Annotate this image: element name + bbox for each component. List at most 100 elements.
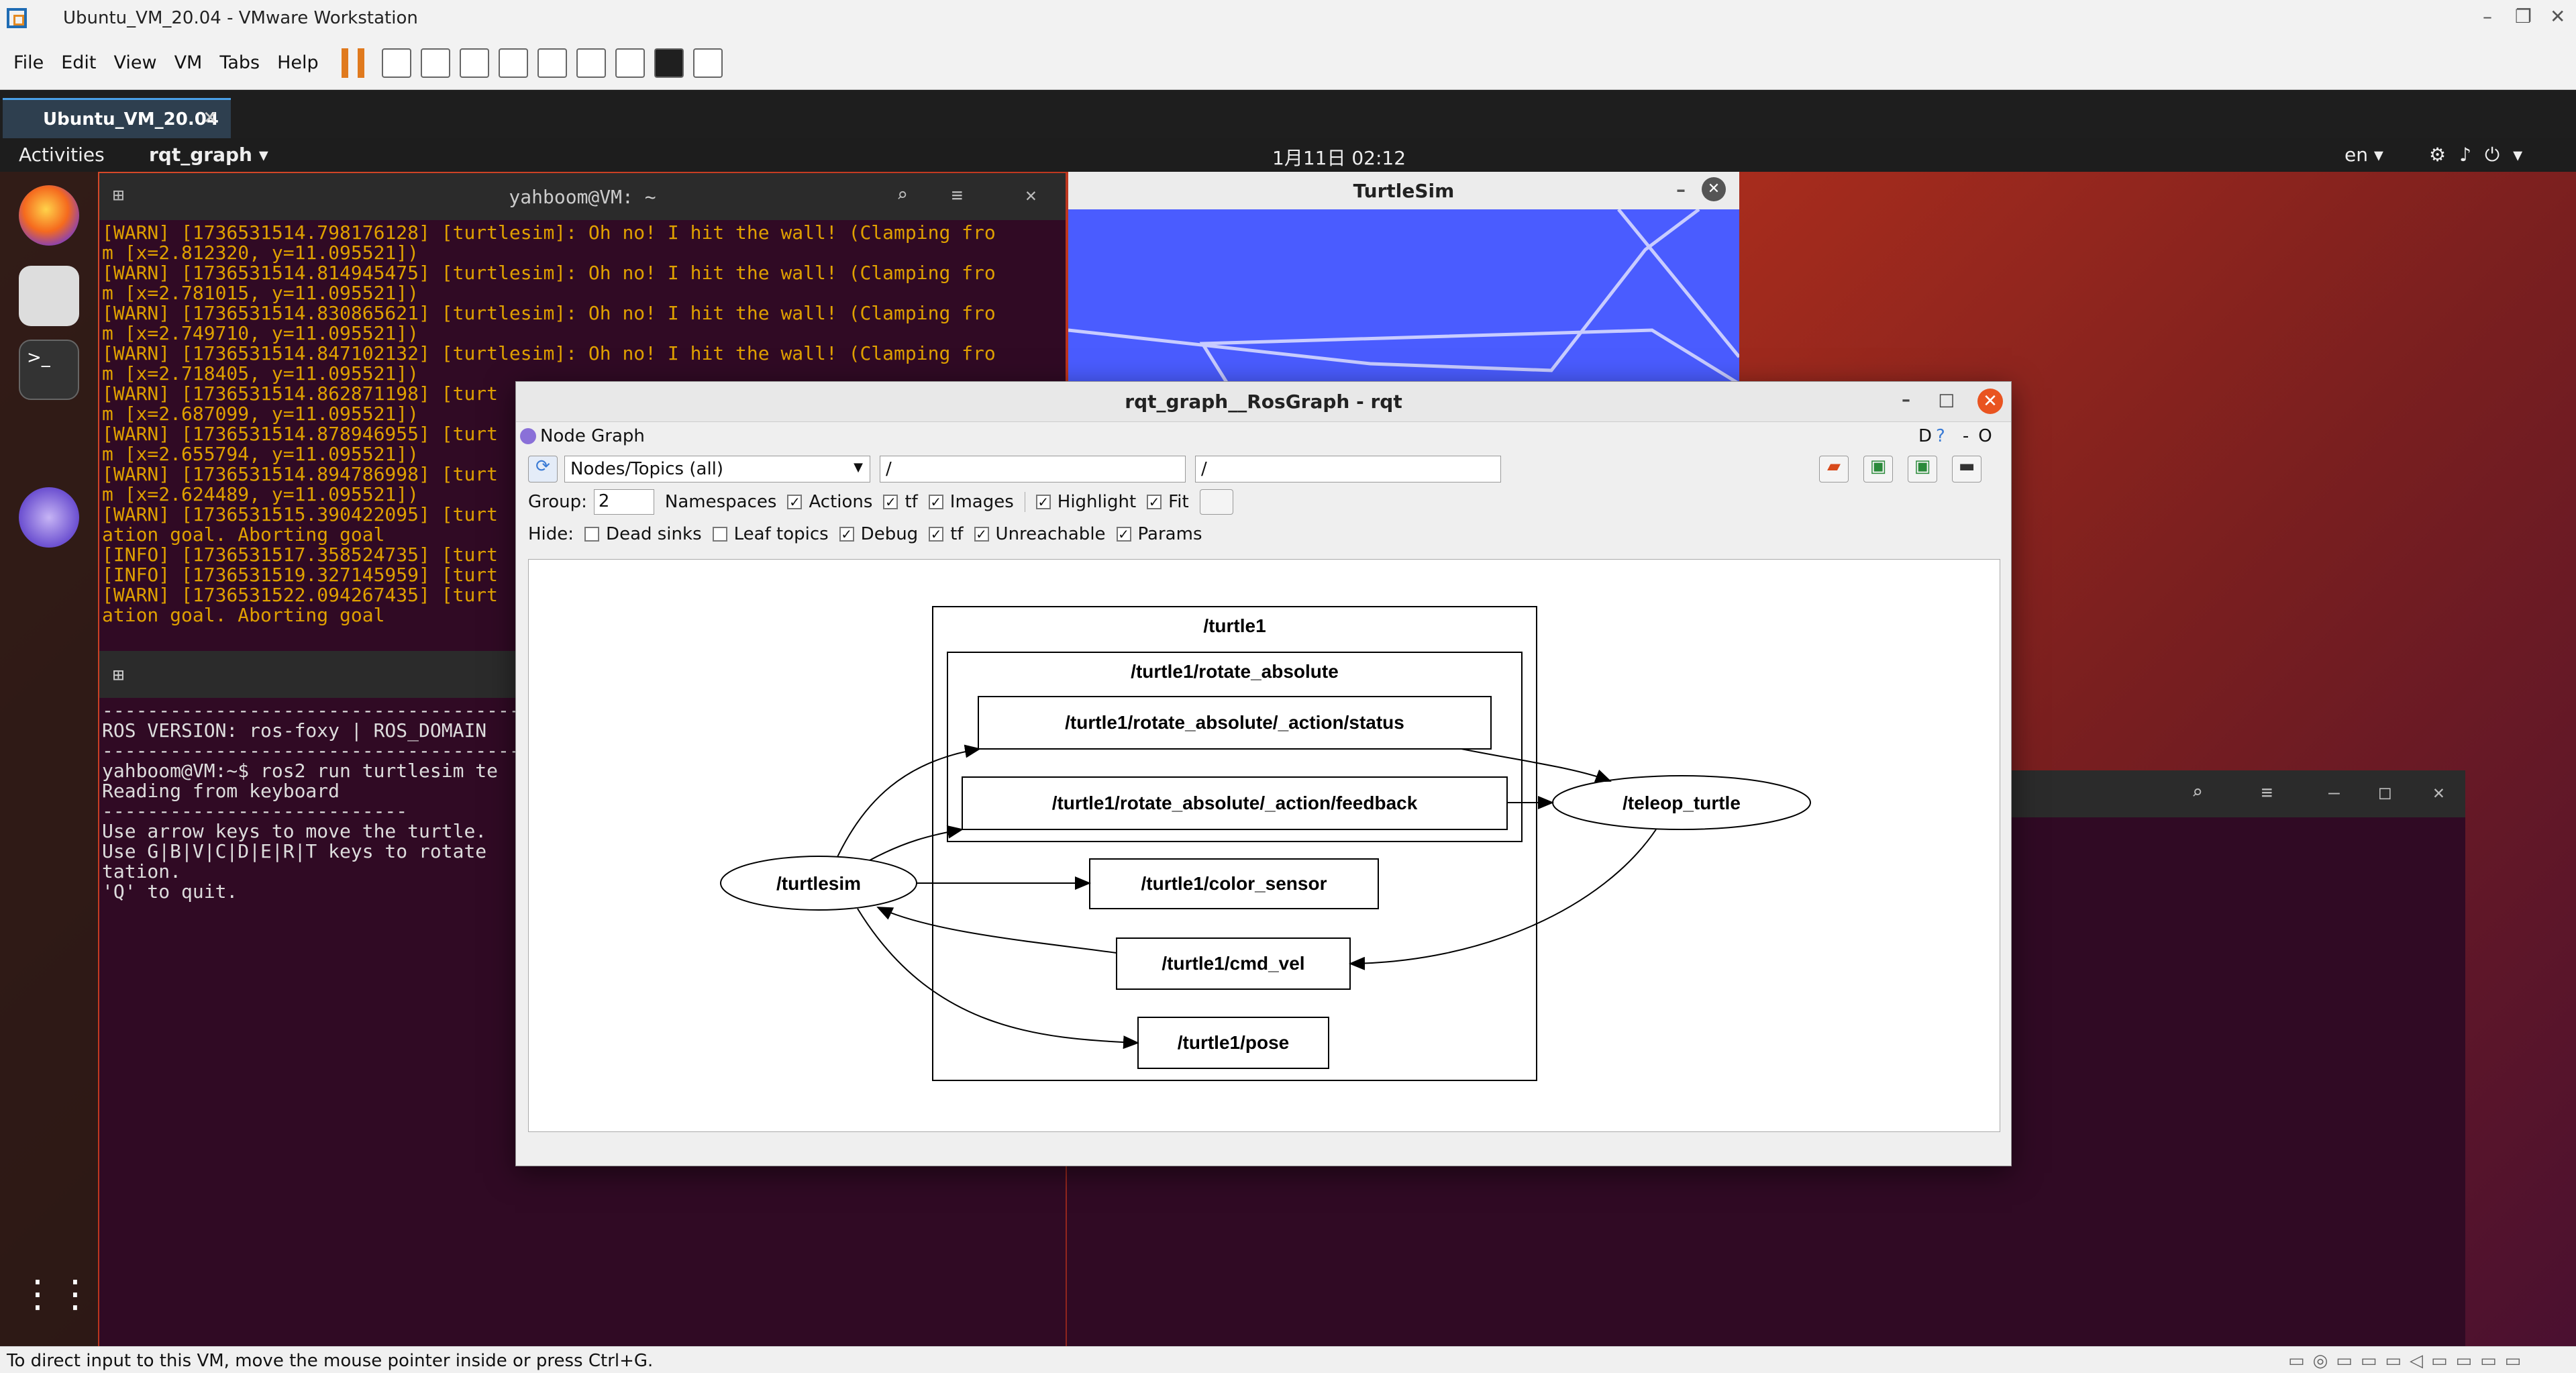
close-icon[interactable]: ✕ xyxy=(2550,5,2565,28)
dock-d-icon[interactable]: D xyxy=(1918,426,1932,446)
status-text: To direct input to this VM, move the mou… xyxy=(7,1351,654,1371)
turtlesim-title-bar: TurtleSim – ✕ xyxy=(1068,172,1739,209)
dead-sinks-label: Dead sinks xyxy=(606,524,702,544)
menu-tabs[interactable]: Tabs xyxy=(219,52,260,73)
minimize-icon[interactable]: – xyxy=(2328,781,2340,803)
console-view-icon[interactable] xyxy=(654,48,684,78)
minimize-icon[interactable]: – xyxy=(1676,179,1686,201)
mode-select[interactable]: Nodes/Topics (all) ▼ xyxy=(564,456,870,482)
leaf-topics-checkbox[interactable] xyxy=(712,527,727,542)
restore-icon[interactable]: ❐ xyxy=(2515,5,2532,28)
unreachable-label: Unreachable xyxy=(995,524,1106,544)
unreachable-checkbox[interactable]: ✓ xyxy=(974,527,989,542)
refresh-icon[interactable]: ⟳ xyxy=(528,456,558,482)
send-ctrl-alt-del-icon[interactable] xyxy=(381,48,411,78)
activities-button[interactable]: Activities xyxy=(19,144,105,166)
ros-graph: /turtle1 /turtle1/rotate_absolute /turtl… xyxy=(720,606,1811,1081)
edge-cmdvel-turtlesim xyxy=(876,907,1117,954)
show-apps-icon[interactable]: ⋮⋮ xyxy=(19,1272,94,1333)
close-icon[interactable]: ✕ xyxy=(1025,184,1037,206)
menu-file[interactable]: File xyxy=(13,52,44,73)
search-icon[interactable]: ⌕ xyxy=(896,184,908,206)
terminal-icon[interactable]: >_ xyxy=(19,340,79,400)
save-image-icon[interactable]: ▬ xyxy=(1952,456,1981,482)
vmware-tab-strip xyxy=(0,90,2576,138)
revert-snapshot-icon[interactable] xyxy=(459,48,489,78)
device-icons[interactable]: ▭◎▭▭▭◁▭▭▭▭ xyxy=(2288,1351,2529,1371)
menu-vm[interactable]: VM xyxy=(174,52,203,73)
close-icon[interactable]: ✕ xyxy=(1977,389,2003,414)
full-screen-icon[interactable] xyxy=(615,48,645,78)
clock[interactable]: 1月11日 02:12 xyxy=(1272,144,1406,170)
minimize-icon[interactable]: – xyxy=(1902,390,1910,410)
save-dot-icon[interactable]: ▣ xyxy=(1863,456,1893,482)
library-icon[interactable] xyxy=(537,48,567,78)
plugin-header: Node Graph xyxy=(520,426,645,446)
firefox-icon[interactable] xyxy=(19,185,79,246)
maximize-icon[interactable]: □ xyxy=(1938,390,1955,410)
params-checkbox[interactable]: ✓ xyxy=(1116,527,1131,542)
edge-turtlesim-status xyxy=(837,744,981,858)
edge-turtlesim-feedback xyxy=(869,825,964,861)
maximize-icon[interactable]: □ xyxy=(2379,781,2391,803)
chevron-down-icon: ▼ xyxy=(854,460,863,474)
system-menu-icon[interactable]: ⚙♪⏻▾ xyxy=(2429,144,2536,166)
help-icon[interactable]: ? xyxy=(1936,426,1945,446)
graph-canvas[interactable]: /turtle1 /turtle1/rotate_absolute /turtl… xyxy=(528,559,2000,1132)
plugin-close-icon[interactable]: O xyxy=(1978,426,1992,446)
group-spinbox[interactable]: 2 xyxy=(593,489,654,515)
menu-view[interactable]: View xyxy=(113,52,156,73)
rqt-icon[interactable] xyxy=(19,487,79,548)
fit-view-button[interactable] xyxy=(1199,489,1233,515)
debug-checkbox[interactable]: ✓ xyxy=(839,527,854,542)
save-svg-icon[interactable]: ▣ xyxy=(1908,456,1937,482)
menu-edit[interactable]: Edit xyxy=(61,52,96,73)
topic-action-status-label: /turtle1/rotate_absolute/_action/status xyxy=(1065,712,1404,733)
app-menu[interactable]: rqt_graph ▾ xyxy=(149,144,268,166)
snapshot-icon[interactable] xyxy=(420,48,450,78)
debug-label: Debug xyxy=(860,524,919,544)
terminal-title: yahboom@VM: ~ xyxy=(509,185,656,208)
search-icon[interactable]: ⌕ xyxy=(2192,781,2203,803)
close-icon[interactable]: ✕ xyxy=(2433,781,2444,803)
params-label: Params xyxy=(1137,524,1202,544)
tab-close-icon[interactable]: ✕ xyxy=(203,108,217,128)
plugin-minimize-icon[interactable]: - xyxy=(1963,426,1969,446)
namespace-filter-input[interactable]: / xyxy=(880,456,1186,482)
new-tab-icon[interactable]: ⊞ xyxy=(113,184,124,206)
edge-teleop-cmdvel xyxy=(1349,829,1657,970)
pause-icon[interactable] xyxy=(341,48,364,78)
hamburger-menu-icon[interactable]: ≡ xyxy=(2261,781,2273,803)
hamburger-menu-icon[interactable]: ≡ xyxy=(951,184,963,206)
input-language[interactable]: en ▾ xyxy=(2345,144,2383,166)
dead-sinks-checkbox[interactable] xyxy=(584,527,600,542)
topic-cmd-vel-label: /turtle1/cmd_vel xyxy=(1162,953,1304,974)
tab-ubuntu-vm[interactable]: Ubuntu_VM_20.04 ✕ xyxy=(3,98,231,138)
turtlesim-window[interactable]: TurtleSim – ✕ xyxy=(1068,172,1741,388)
load-dot-icon[interactable]: ▰ xyxy=(1819,456,1849,482)
close-icon[interactable]: ✕ xyxy=(1702,177,1726,201)
highlight-checkbox[interactable]: ✓ xyxy=(1035,495,1051,509)
namespaces-checkbox[interactable]: ✓ xyxy=(787,495,803,509)
new-tab-icon[interactable]: ⊞ xyxy=(113,664,124,686)
rqt-title: rqt_graph__RosGraph - rqt xyxy=(1125,391,1402,413)
snapshot-manager-icon[interactable] xyxy=(498,48,528,78)
files-icon[interactable] xyxy=(19,266,79,326)
images-checkbox[interactable]: ✓ xyxy=(928,495,943,509)
topic-action-feedback-label: /turtle1/rotate_absolute/_action/feedbac… xyxy=(1052,793,1418,813)
cluster-rotate-absolute-label: /turtle1/rotate_absolute xyxy=(1131,661,1339,682)
thumbnail-icon[interactable] xyxy=(576,48,606,78)
minimize-icon[interactable]: – xyxy=(2483,5,2492,28)
fit-checkbox[interactable]: ✓ xyxy=(1147,495,1162,509)
hide-tf-checkbox[interactable]: ✓ xyxy=(929,527,944,542)
vmware-title-bar: Ubuntu_VM_20.04 - VMware Workstation – ❐… xyxy=(0,0,2576,36)
options-row-1: Group: 2 Namespaces ✓ Actions ✓ tf ✓ Ima… xyxy=(528,489,1233,515)
fit-label: Fit xyxy=(1168,492,1189,512)
menu-help[interactable]: Help xyxy=(277,52,319,73)
topic-filter-input[interactable]: / xyxy=(1195,456,1501,482)
rqt-graph-window[interactable]: rqt_graph__RosGraph - rqt – □ ✕ Node Gra… xyxy=(515,381,2012,1166)
stretch-guest-icon[interactable] xyxy=(692,48,723,78)
tf-checkbox[interactable]: ✓ xyxy=(883,495,898,509)
mode-select-value: Nodes/Topics (all) xyxy=(570,459,724,479)
turtlesim-title: TurtleSim xyxy=(1353,179,1455,202)
